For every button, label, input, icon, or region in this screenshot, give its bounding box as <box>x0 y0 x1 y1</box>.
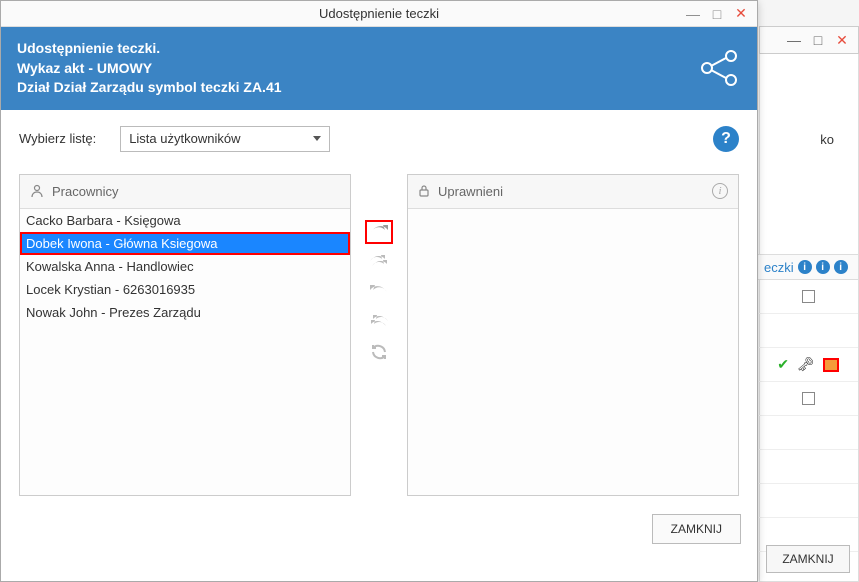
bg-close-bottom-button[interactable]: ZAMKNIJ <box>766 545 850 573</box>
key-icon[interactable] <box>797 356 815 373</box>
list-item[interactable]: Nowak John - Prezes Zarządu <box>20 301 350 324</box>
header-line1: Udostępnienie teczki. <box>17 39 282 59</box>
maximize-button[interactable]: □ <box>705 4 729 24</box>
authorized-panel-title: Uprawnieni <box>438 184 503 199</box>
move-all-left-button[interactable] <box>365 310 393 334</box>
bg-window-titlebar: — □ ✕ <box>759 26 859 54</box>
list-item-selected[interactable]: Dobek Iwona - Główna Ksiegowa <box>20 232 350 255</box>
dialog-footer: ZAMKNIJ <box>1 504 757 554</box>
list-selector-row: Wybierz listę: Lista użytkowników ? <box>19 126 739 152</box>
bg-col-label: eczki <box>764 260 794 275</box>
share-icon <box>697 46 741 90</box>
transfer-buttons <box>359 174 399 496</box>
employees-list[interactable]: Cacko Barbara - Księgowa Dobek Iwona - G… <box>20 209 350 495</box>
dialog-header: Udostępnienie teczki. Wykaz akt - UMOWY … <box>1 27 757 110</box>
table-row[interactable] <box>758 450 858 484</box>
check-icon <box>777 356 789 373</box>
list-selector-dropdown[interactable]: Lista użytkowników <box>120 126 330 152</box>
authorized-list[interactable] <box>408 209 738 495</box>
table-row[interactable] <box>758 280 858 314</box>
table-row[interactable] <box>758 314 858 348</box>
info-icon: i <box>816 260 830 274</box>
move-right-button[interactable] <box>365 220 393 244</box>
table-row[interactable] <box>758 348 858 382</box>
header-line3: Dział Dział Zarządu symbol teczki ZA.41 <box>17 78 282 98</box>
info-icon: i <box>834 260 848 274</box>
header-line2: Wykaz akt - UMOWY <box>17 59 282 79</box>
list-item[interactable]: Locek Krystian - 6263016935 <box>20 278 350 301</box>
employees-panel-title: Pracownicy <box>52 184 118 199</box>
list-item[interactable]: Cacko Barbara - Księgowa <box>20 209 350 232</box>
authorized-panel: Uprawnieni i <box>407 174 739 496</box>
bg-close-button[interactable]: ✕ <box>830 30 854 50</box>
bg-fragment-text: ko <box>820 132 834 147</box>
checkbox[interactable] <box>802 392 815 405</box>
list-selector-label: Wybierz listę: <box>19 131 96 146</box>
close-button[interactable]: ✕ <box>729 4 753 24</box>
table-row[interactable] <box>758 416 858 450</box>
dialog-titlebar: Udostępnienie teczki — □ ✕ <box>1 1 757 27</box>
bg-rows <box>758 280 858 552</box>
list-item[interactable]: Kowalska Anna - Handlowiec <box>20 255 350 278</box>
table-row[interactable] <box>758 484 858 518</box>
lock-icon <box>418 184 430 198</box>
list-selector-value: Lista użytkowników <box>129 131 240 146</box>
share-folder-icon[interactable] <box>823 358 839 372</box>
info-icon[interactable]: i <box>712 183 728 199</box>
minimize-button[interactable]: — <box>681 4 705 24</box>
share-dialog: Udostępnienie teczki — □ ✕ Udostępnienie… <box>0 0 758 582</box>
checkbox[interactable] <box>802 290 815 303</box>
bg-column-header: eczki i i i <box>758 254 858 280</box>
table-row[interactable] <box>758 382 858 416</box>
bg-window-body: ko eczki i i i ZAMKNIJ <box>759 54 859 582</box>
refresh-button[interactable] <box>365 340 393 364</box>
person-icon <box>30 184 44 198</box>
close-bottom-button[interactable]: ZAMKNIJ <box>652 514 741 544</box>
dialog-title: Udostępnienie teczki <box>77 6 681 21</box>
employees-panel: Pracownicy Cacko Barbara - Księgowa Dobe… <box>19 174 351 496</box>
move-left-button[interactable] <box>365 280 393 304</box>
bg-minimize-button[interactable]: — <box>782 30 806 50</box>
move-all-right-button[interactable] <box>365 250 393 274</box>
chevron-down-icon <box>313 136 321 141</box>
info-icon: i <box>798 260 812 274</box>
help-button[interactable]: ? <box>713 126 739 152</box>
bg-maximize-button[interactable]: □ <box>806 30 830 50</box>
